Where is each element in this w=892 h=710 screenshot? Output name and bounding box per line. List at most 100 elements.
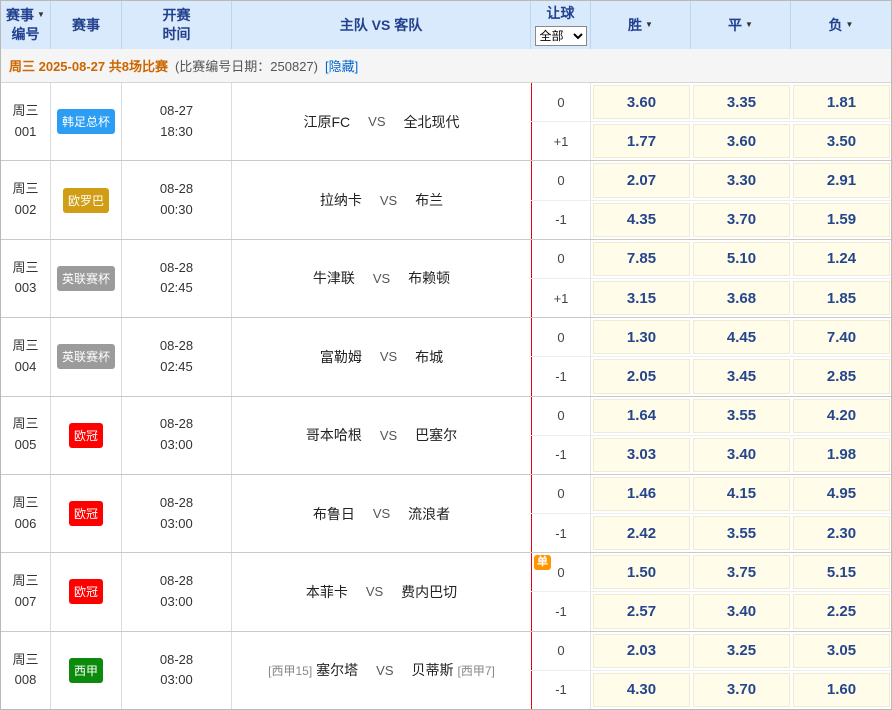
odds-lose-cell[interactable]: 1.85: [793, 281, 890, 315]
vs-label: VS: [373, 506, 390, 521]
home-team: 江原FC: [303, 112, 350, 132]
odds-win-cell[interactable]: 3.15: [593, 281, 690, 315]
league-badge[interactable]: 欧罗巴: [63, 188, 109, 213]
odds-win-cell[interactable]: 1.64: [593, 399, 690, 433]
header-handicap-label: 让球: [547, 4, 575, 23]
odds-sub-row: 单 0 1.50 3.75 5.15: [531, 553, 891, 591]
time-cell: 08-28 03:00: [122, 632, 232, 709]
odds-block: 0 2.07 3.30 2.91 -1 4.35 3.70 1.59: [531, 161, 891, 238]
odds-draw-cell[interactable]: 3.35: [693, 85, 790, 119]
odds-draw-cell[interactable]: 3.70: [693, 673, 790, 707]
time-cell: 08-28 02:45: [122, 318, 232, 395]
odds-sub-row: 0 2.07 3.30 2.91: [531, 161, 891, 199]
match-id-cell: 周三 008: [1, 632, 51, 709]
odds-lose-cell[interactable]: 1.98: [793, 438, 890, 472]
odds-win-cell[interactable]: 7.85: [593, 242, 690, 276]
odds-draw-cell[interactable]: 3.45: [693, 359, 790, 393]
odds-draw-cell[interactable]: 3.55: [693, 399, 790, 433]
league-badge[interactable]: 西甲: [69, 658, 103, 683]
handicap-value: -1: [555, 369, 567, 384]
odds-lose-cell[interactable]: 2.30: [793, 516, 890, 550]
odds-win-cell[interactable]: 4.30: [593, 673, 690, 707]
odds-draw-cell[interactable]: 3.75: [693, 555, 790, 589]
odds-lose-cell[interactable]: 1.24: [793, 242, 890, 276]
handicap-value: 0: [557, 251, 564, 266]
teams-cell[interactable]: 哥本哈根 VS 巴塞尔: [232, 397, 531, 474]
teams-cell[interactable]: 拉纳卡 VS 布兰: [232, 161, 531, 238]
header-start-time-label-2: 时间: [163, 25, 191, 44]
odds-lose-cell[interactable]: 4.20: [793, 399, 890, 433]
odds-win-cell[interactable]: 1.77: [593, 124, 690, 158]
teams-cell[interactable]: 牛津联 VS 布赖顿: [232, 240, 531, 317]
odds-draw-cell[interactable]: 4.15: [693, 477, 790, 511]
odds-win-cell[interactable]: 2.57: [593, 594, 690, 628]
win-dropdown-icon[interactable]: ▼: [645, 20, 653, 31]
match-date: 08-28: [160, 650, 193, 671]
handicap-value: -1: [555, 447, 567, 462]
teams-cell[interactable]: 富勒姆 VS 布城: [232, 318, 531, 395]
odds-lose-cell[interactable]: 1.81: [793, 85, 890, 119]
odds-lose-cell[interactable]: 4.95: [793, 477, 890, 511]
odds-draw-cell[interactable]: 3.40: [693, 594, 790, 628]
header-event-label: 赛事: [72, 16, 100, 35]
hide-link[interactable]: [隐藏]: [325, 56, 358, 75]
league-badge[interactable]: 英联赛杯: [57, 266, 115, 291]
odds-draw-cell[interactable]: 3.68: [693, 281, 790, 315]
odds-win-cell[interactable]: 2.05: [593, 359, 690, 393]
league-badge[interactable]: 欧冠: [69, 579, 103, 604]
match-row: 周三 004 英联赛杯 08-28 02:45 富勒姆 VS 布城: [1, 318, 891, 396]
teams-cell[interactable]: [西甲15] 塞尔塔 VS 贝蒂斯 [西甲7]: [232, 632, 531, 709]
odds-lose-cell[interactable]: 3.50: [793, 124, 890, 158]
odds-lose-cell[interactable]: 5.15: [793, 555, 890, 589]
odds-lose-cell[interactable]: 3.05: [793, 634, 890, 668]
odds-win-cell[interactable]: 2.07: [593, 163, 690, 197]
header-lose-label: 负: [829, 16, 843, 35]
odds-draw-cell[interactable]: 3.40: [693, 438, 790, 472]
handicap-value: +1: [554, 291, 569, 306]
odds-draw-cell[interactable]: 3.25: [693, 634, 790, 668]
odds-draw-cell[interactable]: 3.70: [693, 203, 790, 237]
odds-lose-cell[interactable]: 1.59: [793, 203, 890, 237]
odds-win-cell[interactable]: 3.60: [593, 85, 690, 119]
teams-cell[interactable]: 本菲卡 VS 费内巴切: [232, 553, 531, 630]
odds-win-cell[interactable]: 2.42: [593, 516, 690, 550]
odds-lose-cell[interactable]: 2.25: [793, 594, 890, 628]
match-number: 003: [15, 278, 37, 299]
teams-cell[interactable]: 江原FC VS 全北现代: [232, 83, 531, 160]
away-rank: [西甲7]: [458, 662, 495, 679]
odds-draw-cell[interactable]: 5.10: [693, 242, 790, 276]
odds-lose-cell[interactable]: 7.40: [793, 320, 890, 354]
sort-dropdown-icon[interactable]: ▼: [37, 10, 45, 21]
odds-win-cell[interactable]: 1.46: [593, 477, 690, 511]
match-number: 001: [15, 122, 37, 143]
odds-win-cell[interactable]: 2.03: [593, 634, 690, 668]
odds-lose-cell[interactable]: 2.91: [793, 163, 890, 197]
league-badge[interactable]: 欧冠: [69, 423, 103, 448]
handicap-value: -1: [555, 682, 567, 697]
league-badge[interactable]: 英联赛杯: [57, 344, 115, 369]
home-team: 牛津联: [313, 268, 355, 288]
odds-draw-cell[interactable]: 4.45: [693, 320, 790, 354]
odds-win-cell[interactable]: 4.35: [593, 203, 690, 237]
draw-dropdown-icon[interactable]: ▼: [745, 20, 753, 31]
match-row: 周三 005 欧冠 08-28 03:00 哥本哈根 VS 巴塞尔: [1, 397, 891, 475]
header-start-time: 开赛 时间: [122, 1, 232, 49]
odds-draw-cell[interactable]: 3.55: [693, 516, 790, 550]
teams-cell[interactable]: 布鲁日 VS 流浪者: [232, 475, 531, 552]
odds-win-cell[interactable]: 3.03: [593, 438, 690, 472]
odds-sub-row: -1 3.03 3.40 1.98: [531, 435, 891, 474]
odds-win-cell[interactable]: 1.30: [593, 320, 690, 354]
odds-lose-cell[interactable]: 2.85: [793, 359, 890, 393]
odds-lose-cell[interactable]: 1.60: [793, 673, 890, 707]
lose-dropdown-icon[interactable]: ▼: [846, 20, 854, 31]
odds-draw-cell[interactable]: 3.30: [693, 163, 790, 197]
handicap-cell: 0: [531, 632, 591, 670]
handicap-filter-select[interactable]: 全部: [535, 26, 587, 46]
league-badge[interactable]: 欧冠: [69, 501, 103, 526]
odds-win-cell[interactable]: 1.50: [593, 555, 690, 589]
league-badge[interactable]: 韩足总杯: [57, 109, 115, 134]
match-date: 08-28: [160, 571, 193, 592]
handicap-cell: 0: [531, 161, 591, 199]
match-row: 周三 002 欧罗巴 08-28 00:30 拉纳卡 VS 布兰: [1, 161, 891, 239]
odds-draw-cell[interactable]: 3.60: [693, 124, 790, 158]
